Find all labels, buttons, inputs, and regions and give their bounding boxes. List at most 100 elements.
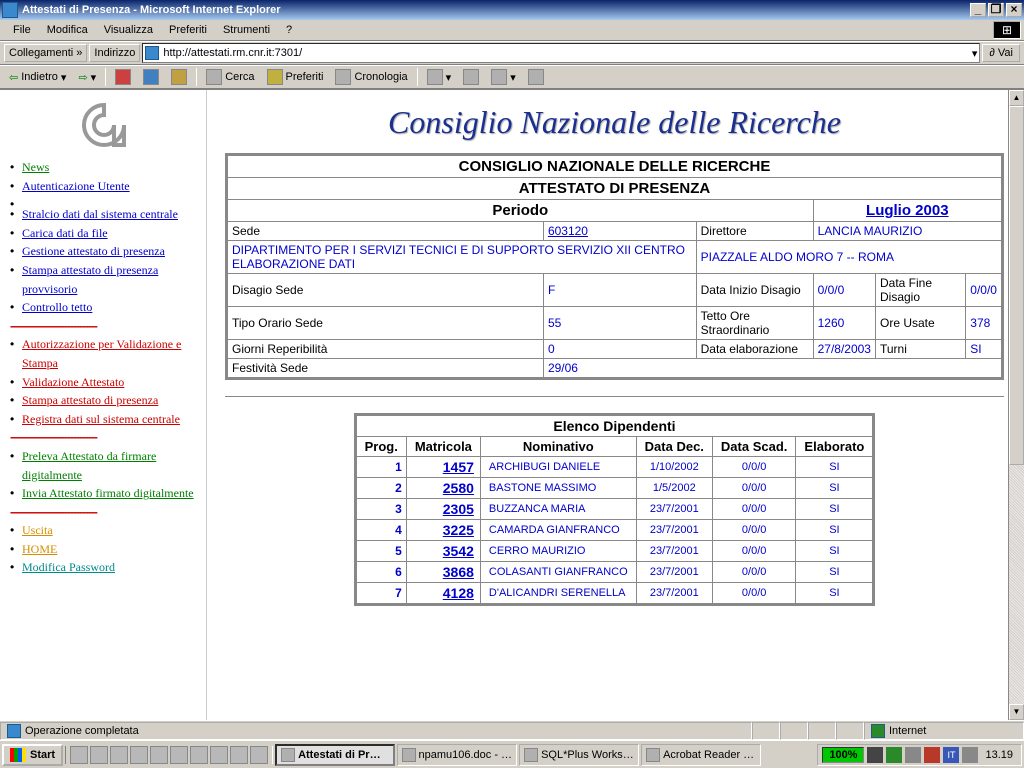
emp-col-header: Data Scad.	[712, 437, 795, 457]
favorites-button[interactable]: Preferiti	[262, 66, 329, 88]
table-row: 22580BASTONE MASSIMO1/5/20020/0/0SI	[356, 478, 873, 499]
taskbar-task[interactable]: npamu106.doc - …	[397, 744, 517, 766]
taskbar-task[interactable]: SQL*Plus Works…	[519, 744, 639, 766]
nav-link[interactable]: Stampa attestato di presenza provvisorio	[22, 263, 158, 296]
nav-link[interactable]: Modifica Password	[22, 560, 115, 574]
scroll-track[interactable]	[1009, 106, 1024, 704]
nav-link[interactable]: Autorizzazione per Validazione e Stampa	[22, 337, 181, 370]
discuss-button[interactable]	[523, 66, 549, 88]
dropdown-icon[interactable]: ▾	[972, 47, 978, 60]
start-button[interactable]: Start	[2, 744, 63, 766]
nav-link[interactable]: Uscita	[22, 523, 53, 537]
nav-link[interactable]: Autenticazione Utente	[22, 179, 130, 193]
stop-button[interactable]	[110, 66, 136, 88]
matricola-link[interactable]: 4128	[443, 585, 474, 601]
scrollbar[interactable]: ▲ ▼	[1008, 90, 1024, 720]
address-box[interactable]: ▾	[142, 43, 980, 63]
refresh-button[interactable]	[138, 66, 164, 88]
search-button[interactable]: Cerca	[201, 66, 259, 88]
zoom-indicator[interactable]: 100%	[822, 747, 864, 763]
nav-link[interactable]: Stralcio dati dal sistema centrale	[22, 207, 178, 221]
nav-link[interactable]: News	[22, 160, 49, 174]
nav-item: News	[10, 158, 198, 177]
ql-icon7[interactable]	[190, 746, 208, 764]
menu-favorites[interactable]: Preferiti	[161, 22, 215, 38]
minimize-button[interactable]: _	[970, 3, 986, 17]
go-button[interactable]: ∂ Vai	[982, 44, 1020, 62]
close-button[interactable]: ×	[1006, 3, 1022, 17]
nav-link[interactable]: Carica dati da file	[22, 226, 108, 240]
scroll-down-button[interactable]: ▼	[1009, 704, 1024, 720]
ql-icon8[interactable]	[210, 746, 228, 764]
nav-link[interactable]: Gestione attestato di presenza	[22, 244, 165, 258]
done-icon	[7, 724, 21, 738]
sede-label: Sede	[228, 222, 544, 241]
scroll-thumb[interactable]	[1009, 106, 1024, 465]
tray-icon4[interactable]	[924, 747, 940, 763]
taskbar: Start Attestati di Pr…npamu106.doc - …SQ…	[0, 740, 1024, 768]
matricola-link[interactable]: 2305	[443, 501, 474, 517]
ql-icon5[interactable]	[150, 746, 168, 764]
nav-link[interactable]: Stampa attestato di presenza	[22, 393, 158, 407]
main-pane: Consiglio Nazionale delle Ricerche CONSI…	[207, 90, 1024, 720]
matricola-link[interactable]: 3225	[443, 522, 474, 538]
nav-item: Modifica Password	[10, 558, 198, 577]
tray-icon3[interactable]	[905, 747, 921, 763]
nav-link[interactable]: Validazione Attestato	[22, 375, 124, 389]
print-button[interactable]	[458, 66, 484, 88]
nav-link[interactable]: Registra dati sul sistema centrale	[22, 412, 180, 426]
ql-outlook-icon[interactable]	[90, 746, 108, 764]
nav-item: Uscita	[10, 521, 198, 540]
maximize-button[interactable]: ❐	[988, 3, 1004, 17]
ql-icon4[interactable]	[130, 746, 148, 764]
links-label[interactable]: Collegamenti »	[4, 44, 87, 62]
mail-button[interactable]: ▾	[422, 66, 457, 88]
ql-icon9[interactable]	[230, 746, 248, 764]
nav-link[interactable]: Invia Attestato firmato digitalmente	[22, 486, 194, 500]
edit-button[interactable]: ▾	[486, 66, 521, 88]
task-icon	[402, 748, 415, 762]
menu-edit[interactable]: Modifica	[39, 22, 96, 38]
statusbar: Operazione completata Internet	[0, 720, 1024, 740]
tray-icon5[interactable]	[962, 747, 978, 763]
nav-link[interactable]: HOME	[22, 542, 57, 556]
matricola-link[interactable]: 2580	[443, 480, 474, 496]
nav-item: Invia Attestato firmato digitalmente	[10, 484, 198, 503]
matricola-link[interactable]: 3542	[443, 543, 474, 559]
periodo-value: Luglio 2003	[813, 200, 1001, 222]
nav-item: Carica dati da file	[10, 224, 198, 243]
address-input[interactable]	[163, 47, 968, 59]
matricola-link[interactable]: 3868	[443, 564, 474, 580]
ql-icon6[interactable]	[170, 746, 188, 764]
nav-link[interactable]: Preleva Attestato da firmare digitalment…	[22, 449, 156, 482]
status-message: Operazione completata	[0, 722, 752, 740]
ql-desktop-icon[interactable]	[110, 746, 128, 764]
emp-col-header: Prog.	[356, 437, 406, 457]
scroll-up-button[interactable]: ▲	[1009, 90, 1024, 106]
tray-icon1[interactable]	[867, 747, 883, 763]
taskbar-task[interactable]: Acrobat Reader …	[641, 744, 761, 766]
table-row: 11457ARCHIBUGI DANIELE1/10/20020/0/0SI	[356, 457, 873, 478]
clock[interactable]: 13.19	[981, 749, 1017, 761]
menu-view[interactable]: Visualizza	[96, 22, 161, 38]
tray-lang-icon[interactable]: IT	[943, 747, 959, 763]
ql-ie-icon[interactable]	[70, 746, 88, 764]
nav-spacer	[10, 195, 198, 205]
history-button[interactable]: Cronologia	[330, 66, 412, 88]
back-button[interactable]: ⇦ Indietro ▾	[4, 68, 71, 87]
nav-item: Registra dati sul sistema centrale	[10, 410, 198, 429]
home-button[interactable]	[166, 66, 192, 88]
divider-line	[225, 396, 1004, 397]
menu-help[interactable]: ?	[278, 22, 300, 38]
ql-icon10[interactable]	[250, 746, 268, 764]
forward-button[interactable]: ⇨ ▾	[73, 68, 101, 87]
window-title: Attestati di Presenza - Microsoft Intern…	[22, 4, 968, 16]
nav-link[interactable]: Controllo tetto	[22, 300, 92, 314]
menu-tools[interactable]: Strumenti	[215, 22, 278, 38]
tray-icon2[interactable]	[886, 747, 902, 763]
matricola-link[interactable]: 1457	[443, 459, 474, 475]
taskbar-task[interactable]: Attestati di Pr…	[275, 744, 395, 766]
menu-file[interactable]: File	[5, 22, 39, 38]
sidebar: News Autenticazione Utente Stralcio dati d…	[0, 90, 207, 720]
nav-divider: -----------------------------	[10, 428, 198, 447]
